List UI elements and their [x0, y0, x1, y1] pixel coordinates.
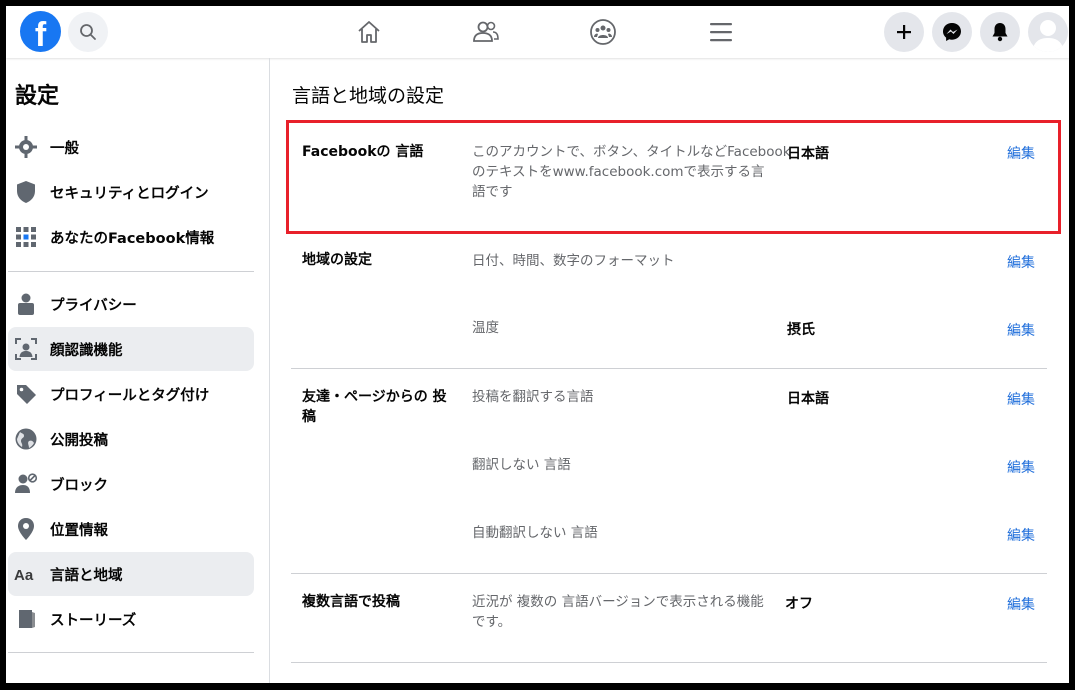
sidebar-item-location[interactable]: 位置情報 [8, 507, 254, 551]
multilingual-posts-value: オフ [785, 596, 813, 612]
title-line: 稿 [302, 409, 316, 425]
sidebar-item-label: 顔認識機能 [50, 342, 123, 359]
profile-placeholder-icon [1032, 20, 1064, 52]
edit-no-auto-translate-link[interactable]: 編集 [1007, 525, 1035, 545]
section-divider [291, 662, 1047, 663]
face-scan-icon [12, 335, 40, 363]
top-navigation-bar: f [6, 6, 1069, 58]
notifications-button[interactable] [980, 12, 1020, 52]
region-format-description: 日付、時間、数字のフォーマット [472, 253, 675, 269]
sidebar-item-stories[interactable]: ストーリーズ [8, 597, 254, 641]
location-pin-icon [12, 515, 40, 543]
sidebar-item-privacy[interactable]: プライバシー [8, 282, 254, 326]
sidebar-item-label: プライバシー [50, 297, 137, 314]
svg-text:Aa: Aa [14, 567, 34, 584]
friends-tab[interactable] [466, 14, 506, 50]
facebook-logo[interactable]: f [20, 11, 61, 52]
temperature-value: 摂氏 [787, 322, 815, 338]
avatar[interactable] [1028, 12, 1068, 52]
menu-tab[interactable] [701, 14, 741, 50]
sidebar-item-public-posts[interactable]: 公開投稿 [8, 417, 254, 461]
multilingual-posts-description: 近況が 複数の 言語バージョンで表示される機能 です。 [472, 592, 764, 632]
sidebar-item-language-region[interactable]: Aa 言語と地域 [8, 552, 254, 596]
section-divider [291, 573, 1047, 574]
messenger-button[interactable] [932, 12, 972, 52]
messenger-icon [943, 23, 961, 41]
title-line: 友達・ページからの 投 [302, 389, 447, 405]
edit-multilingual-link[interactable]: 編集 [1007, 594, 1035, 614]
search-button[interactable] [68, 12, 108, 52]
groups-icon [590, 19, 616, 45]
no-auto-translate-label: 自動翻訳しない 言語 [472, 525, 598, 541]
aa-icon: Aa [12, 560, 40, 588]
edit-temperature-link[interactable]: 編集 [1007, 320, 1035, 340]
settings-sidebar: 設定 一般 セキュリティとログイン あなたのFacebook情報 プライバシー [6, 58, 270, 683]
home-tab[interactable] [349, 14, 389, 50]
menu-icon [710, 23, 732, 42]
plus-icon [897, 25, 911, 39]
sidebar-item-label: ブロック [50, 477, 108, 494]
description-line: 近況が 複数の 言語バージョンで表示される機能 [472, 594, 764, 610]
groups-tab[interactable] [583, 14, 623, 50]
section-divider [291, 368, 1047, 369]
book-icon [12, 605, 40, 633]
grid-icon [12, 223, 40, 251]
sidebar-item-label: 言語と地域 [50, 567, 123, 584]
sidebar-item-blocking[interactable]: ブロック [8, 462, 254, 506]
translate-language-label: 投稿を翻訳する言語 [472, 389, 594, 405]
tag-icon [12, 380, 40, 408]
sidebar-item-your-info[interactable]: あなたのFacebook情報 [8, 215, 254, 259]
sidebar-divider [8, 271, 254, 272]
description-line: 語です [472, 184, 513, 200]
fb-language-value: 日本語 [787, 146, 829, 162]
gear-icon [12, 133, 40, 161]
sidebar-item-label: 一般 [50, 140, 79, 157]
multilingual-posts-title: 複数言語で投稿 [302, 594, 400, 610]
description-line: このアカウントで、ボタン、タイトルなどFacebook [472, 144, 791, 160]
sidebar-item-label: プロフィールとタグ付け [50, 387, 210, 404]
sidebar-item-label: ストーリーズ [50, 612, 137, 629]
sidebar-title: 設定 [15, 84, 60, 109]
edit-region-format-link[interactable]: 編集 [1007, 252, 1035, 272]
block-user-icon [12, 470, 40, 498]
translate-language-value: 日本語 [787, 391, 829, 407]
create-button[interactable] [884, 12, 924, 52]
description-line: です。 [472, 614, 512, 630]
sidebar-item-profile-tagging[interactable]: プロフィールとタグ付け [8, 372, 254, 416]
fb-language-description: このアカウントで、ボタン、タイトルなどFacebook のテキストをwww.fa… [472, 142, 791, 202]
edit-translate-language-link[interactable]: 編集 [1007, 389, 1035, 409]
region-settings-title: 地域の設定 [302, 252, 372, 268]
sidebar-item-label: セキュリティとログイン [50, 185, 209, 202]
friends-posts-title: 友達・ページからの 投 稿 [302, 387, 447, 427]
sidebar-item-face-recognition[interactable]: 顔認識機能 [8, 327, 254, 371]
edit-no-translate-link[interactable]: 編集 [1007, 457, 1035, 477]
lock-icon [12, 290, 40, 318]
temperature-label: 温度 [472, 320, 499, 336]
description-line: のテキストをwww.facebook.comで表示する言 [472, 164, 765, 180]
no-translate-language-label: 翻訳しない 言語 [472, 457, 571, 473]
page-title: 言語と地域の設定 [292, 85, 445, 107]
sidebar-item-security[interactable]: セキュリティとログイン [8, 170, 254, 214]
home-icon [358, 21, 380, 43]
sidebar-item-label: あなたのFacebook情報 [50, 230, 215, 247]
settings-page: f 設定 一般 セキュリティとログイン あなたのFacebook情報 プライバシ… [6, 6, 1069, 683]
shield-icon [12, 178, 40, 206]
bell-icon [992, 23, 1008, 42]
sidebar-divider [8, 652, 254, 653]
fb-language-title: Facebookの 言語 [302, 144, 424, 160]
sidebar-item-label: 位置情報 [50, 522, 108, 539]
edit-fb-language-link[interactable]: 編集 [1007, 143, 1035, 163]
friends-icon [473, 21, 499, 42]
search-icon [80, 24, 96, 40]
globe-icon [12, 425, 40, 453]
sidebar-item-general[interactable]: 一般 [8, 125, 254, 169]
sidebar-item-label: 公開投稿 [50, 432, 108, 449]
